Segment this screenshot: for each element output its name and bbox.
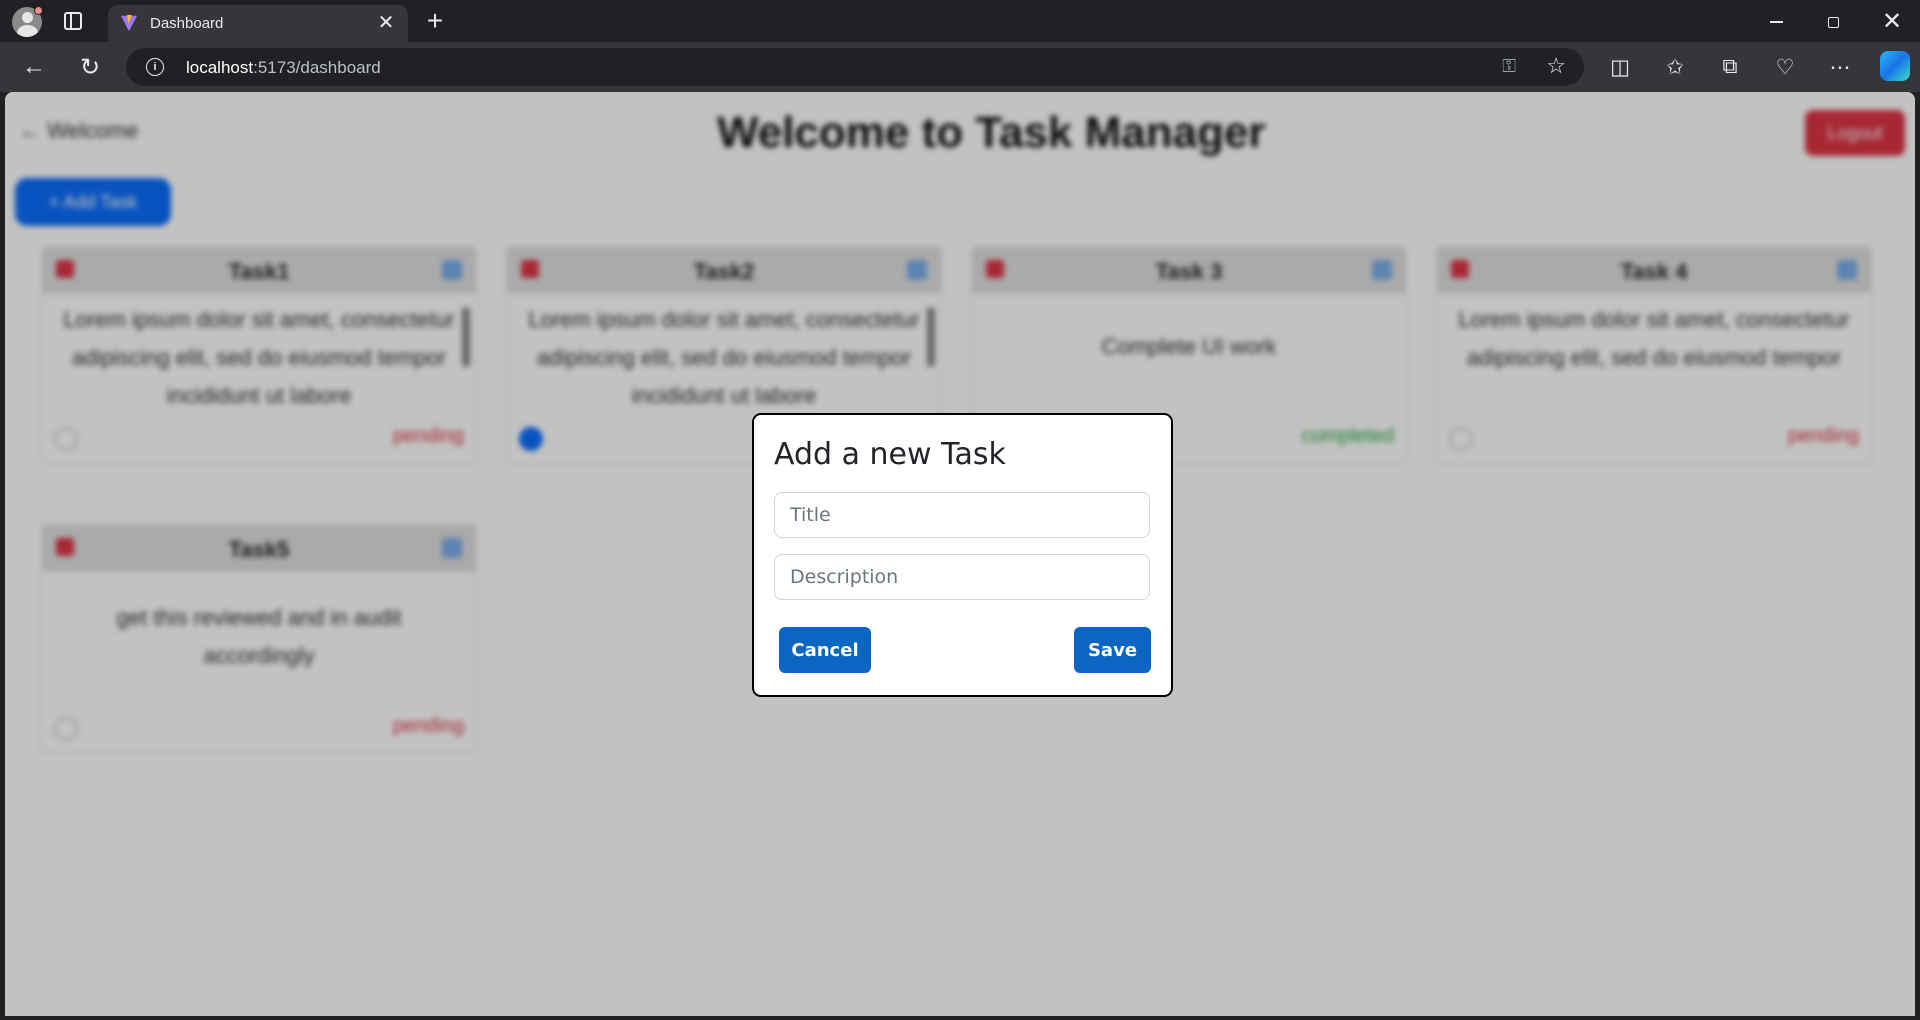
window-restore-icon[interactable]: [1821, 10, 1845, 34]
url-text[interactable]: localhost:5173/dashboard: [186, 58, 381, 78]
split-screen-icon[interactable]: ◫: [1606, 53, 1634, 81]
page-viewport: ← Welcome Welcome to Task Manager Logout…: [5, 92, 1915, 1016]
more-menu-icon[interactable]: ⋯: [1826, 53, 1854, 81]
url-path: :5173/dashboard: [253, 58, 381, 77]
new-tab-icon[interactable]: +: [420, 5, 450, 36]
cancel-button[interactable]: Cancel: [779, 627, 871, 673]
save-button[interactable]: Save: [1074, 627, 1151, 673]
window-minimize-icon[interactable]: [1764, 10, 1788, 34]
tab-actions-icon[interactable]: [64, 12, 82, 30]
browser-tab-dashboard[interactable]: Dashboard ✕: [108, 5, 408, 42]
browser-toolbar: ← ↻ i localhost:5173/dashboard ⚿ ☆ ◫ ✩ ⧉…: [0, 42, 1920, 92]
vite-favicon-icon: [120, 14, 138, 32]
favorite-star-icon[interactable]: ☆: [1546, 53, 1566, 79]
back-arrow-icon[interactable]: ←: [20, 53, 48, 81]
tab-title: Dashboard: [150, 15, 224, 32]
url-host: localhost: [186, 58, 254, 77]
window-close-icon[interactable]: ✕: [1878, 6, 1906, 36]
site-info-icon[interactable]: i: [146, 58, 164, 76]
reload-icon[interactable]: ↻: [76, 53, 104, 81]
copilot-icon[interactable]: [1880, 51, 1910, 81]
collections-icon[interactable]: ⧉: [1716, 53, 1744, 81]
add-task-modal: Add a new Task Cancel Save: [752, 413, 1173, 697]
profile-notification-dot: [34, 6, 43, 15]
modal-title: Add a new Task: [774, 437, 1006, 472]
task-title-input[interactable]: [774, 492, 1150, 538]
favorites-icon[interactable]: ✩: [1661, 53, 1689, 81]
browser-tab-bar: Dashboard ✕ + ✕: [0, 0, 1920, 42]
browser-essentials-icon[interactable]: ♡: [1771, 53, 1799, 81]
tab-close-icon[interactable]: ✕: [374, 10, 398, 34]
task-description-input[interactable]: [774, 554, 1150, 600]
password-key-icon[interactable]: ⚿: [1502, 56, 1516, 77]
address-bar[interactable]: i localhost:5173/dashboard ⚿ ☆: [126, 48, 1584, 86]
